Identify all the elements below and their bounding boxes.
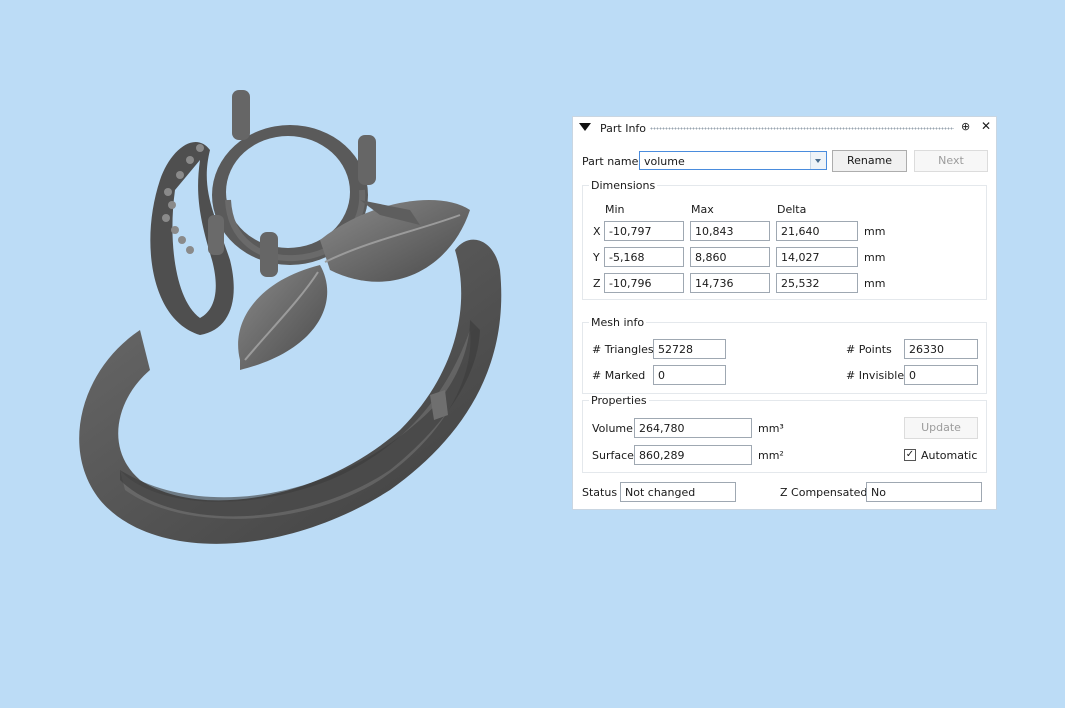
dim-header-min: Min: [605, 203, 625, 216]
marked-field[interactable]: 0: [653, 365, 726, 385]
dim-y-max[interactable]: 8,860: [690, 247, 770, 267]
update-button[interactable]: Update: [904, 417, 978, 439]
dim-header-delta: Delta: [777, 203, 807, 216]
automatic-label: Automatic: [921, 449, 978, 462]
volume-label: Volume: [592, 422, 633, 435]
automatic-checkbox[interactable]: ✓: [904, 449, 916, 461]
volume-field[interactable]: 264,780: [634, 418, 752, 438]
dim-x-unit: mm: [864, 225, 886, 238]
points-field[interactable]: 26330: [904, 339, 978, 359]
part-name-select[interactable]: volume: [639, 151, 827, 170]
dim-y-unit: mm: [864, 251, 886, 264]
pin-icon[interactable]: ⊕: [961, 121, 970, 133]
status-label: Status: [582, 486, 618, 499]
dim-header-max: Max: [691, 203, 714, 216]
dim-x-delta[interactable]: 21,640: [776, 221, 858, 241]
volume-unit: mm³: [758, 422, 784, 435]
z-compensated-label: Z Compensated: [780, 486, 868, 499]
checkmark-icon: ✓: [905, 449, 915, 460]
triangles-field[interactable]: 52728: [653, 339, 726, 359]
part-name-value: volume: [644, 155, 685, 168]
dim-x-max[interactable]: 10,843: [690, 221, 770, 241]
rename-button[interactable]: Rename: [832, 150, 907, 172]
dim-axis-x: X: [593, 225, 601, 238]
panel-titlebar[interactable]: Part Info ⊕ ✕: [573, 117, 996, 139]
properties-title: Properties: [589, 394, 649, 407]
mesh-info-title: Mesh info: [589, 316, 647, 329]
points-label: # Points: [846, 343, 892, 356]
dim-z-unit: mm: [864, 277, 886, 290]
collapse-triangle-icon[interactable]: [579, 123, 591, 131]
dim-y-delta[interactable]: 14,027: [776, 247, 858, 267]
dim-axis-z: Z: [593, 277, 601, 290]
status-field[interactable]: Not changed: [620, 482, 736, 502]
dim-y-min[interactable]: -5,168: [604, 247, 684, 267]
chevron-down-icon[interactable]: [810, 152, 826, 169]
surface-label: Surface: [592, 449, 634, 462]
close-icon[interactable]: ✕: [981, 120, 991, 132]
z-compensated-field[interactable]: No: [866, 482, 982, 502]
dim-z-delta[interactable]: 25,532: [776, 273, 858, 293]
invisible-label: # Invisible: [846, 369, 905, 382]
marked-label: # Marked: [592, 369, 646, 382]
dim-axis-y: Y: [593, 251, 600, 264]
dimensions-title: Dimensions: [589, 179, 658, 192]
dim-z-max[interactable]: 14,736: [690, 273, 770, 293]
surface-field[interactable]: 860,289: [634, 445, 752, 465]
invisible-field[interactable]: 0: [904, 365, 978, 385]
drag-grip[interactable]: [650, 127, 954, 130]
surface-unit: mm²: [758, 449, 784, 462]
next-button[interactable]: Next: [914, 150, 988, 172]
part-info-panel: Part Info ⊕ ✕ Part name volume Rename Ne…: [572, 116, 997, 510]
dim-z-min[interactable]: -10,796: [604, 273, 684, 293]
dim-x-min[interactable]: -10,797: [604, 221, 684, 241]
triangles-label: # Triangles: [592, 343, 654, 356]
panel-title: Part Info: [600, 122, 647, 135]
part-name-label: Part name: [582, 155, 639, 168]
